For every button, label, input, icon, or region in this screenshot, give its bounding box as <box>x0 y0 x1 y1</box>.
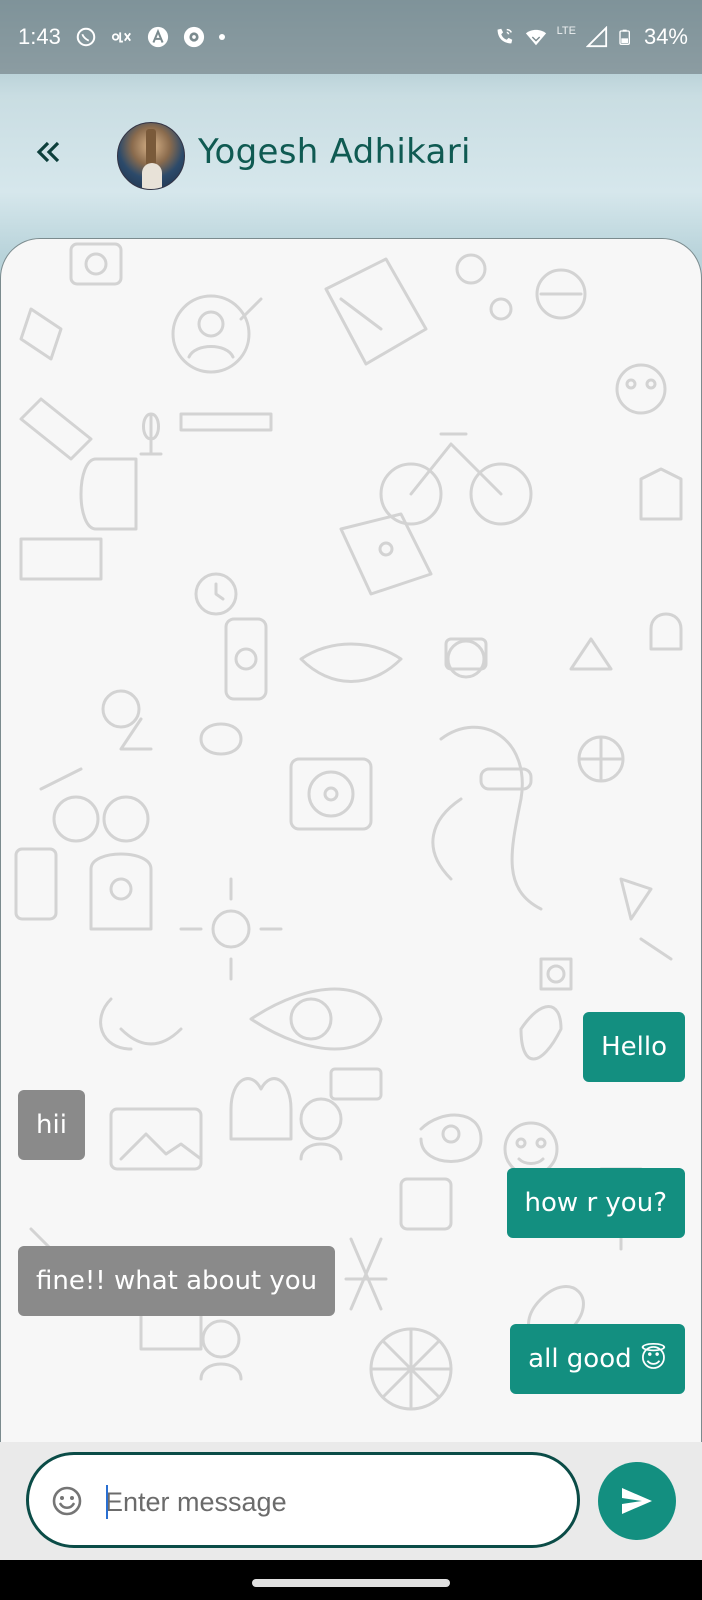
message-text: fine!! what about you <box>36 1266 318 1296</box>
a-icon <box>147 26 168 48</box>
notification-dot-icon <box>218 34 225 40</box>
avatar[interactable] <box>117 122 185 190</box>
avatar-person <box>142 163 162 189</box>
message-bubble-sent[interactable]: all good 😇 <box>510 1324 685 1394</box>
back-button[interactable] <box>30 134 66 170</box>
message-text: hii <box>36 1110 67 1140</box>
message-text: Hello <box>601 1032 667 1062</box>
battery-percent: 34% <box>643 24 688 49</box>
emoji-icon[interactable] <box>51 1485 83 1517</box>
message-bubble-received[interactable]: hii <box>18 1090 85 1160</box>
status-bar: 1:43 LTE 34% <box>0 0 702 74</box>
wifi-call-icon <box>497 28 512 44</box>
network-type: LTE <box>556 25 576 37</box>
text-caret <box>106 1485 108 1519</box>
battery-icon <box>619 29 630 45</box>
contact-name[interactable]: Yogesh Adhikari <box>198 132 471 172</box>
message-bubble-sent[interactable]: Hello <box>583 1012 685 1082</box>
chat-area[interactable]: Hello hii how r you? fine!! what about y… <box>0 238 702 1443</box>
status-bar-right: LTE 34% <box>493 0 688 74</box>
message-text: all good 😇 <box>528 1344 667 1374</box>
send-icon <box>622 1488 652 1514</box>
composer-bar <box>0 1442 702 1560</box>
message-input[interactable] <box>103 1473 547 1531</box>
whatsapp-icon <box>76 27 96 47</box>
camera-icon <box>183 26 204 48</box>
message-input-container[interactable] <box>26 1452 580 1548</box>
message-bubble-received[interactable]: fine!! what about you <box>18 1246 336 1316</box>
message-bubble-sent[interactable]: how r you? <box>506 1168 685 1238</box>
send-button[interactable] <box>598 1462 676 1540</box>
signal-icon <box>585 26 608 48</box>
message-text: how r you? <box>524 1188 667 1218</box>
double-chevron-left-icon <box>36 141 60 163</box>
status-bar-left: 1:43 <box>18 0 225 74</box>
wifi-icon <box>525 29 546 46</box>
home-indicator[interactable] <box>252 1579 450 1587</box>
system-nav-bar <box>0 1560 702 1600</box>
olx-icon <box>111 32 131 43</box>
chat-header: Yogesh Adhikari <box>0 74 702 234</box>
status-time: 1:43 <box>18 24 61 49</box>
